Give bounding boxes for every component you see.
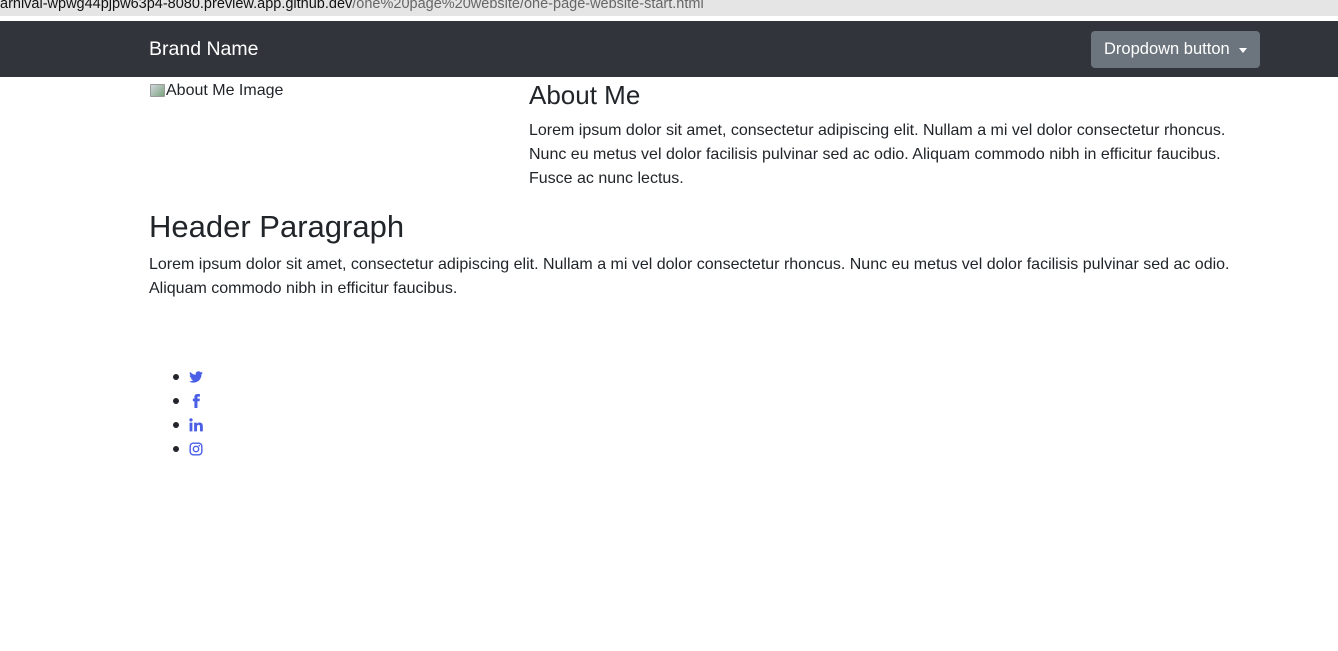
about-me-image: About Me Image bbox=[149, 82, 285, 98]
navbar: Brand Name Dropdown button bbox=[0, 21, 1338, 77]
url-path: /one%20page%20website/one-page-website-s… bbox=[352, 0, 704, 12]
header-text: Lorem ipsum dolor sit amet, consectetur … bbox=[149, 256, 1230, 297]
url-host: arnival-wpwg44pjpw63p4-8080.preview.app.… bbox=[0, 0, 353, 12]
about-me-image-alt: About Me Image bbox=[166, 82, 284, 98]
header-title: Header Paragraph bbox=[149, 209, 405, 244]
address-bar[interactable]: arnival-wpwg44pjpw63p4-8080.preview.app.… bbox=[0, 0, 1338, 16]
broken-image-icon bbox=[149, 83, 165, 97]
linkedin-icon[interactable] bbox=[189, 418, 203, 432]
list-bullet bbox=[173, 398, 179, 404]
caret-down-icon bbox=[1239, 48, 1247, 53]
twitter-icon[interactable] bbox=[189, 370, 203, 384]
dropdown-button-label: Dropdown button bbox=[1104, 40, 1230, 58]
dropdown-button[interactable]: Dropdown button bbox=[1091, 31, 1260, 68]
instagram-icon[interactable] bbox=[189, 442, 203, 456]
brand-link[interactable]: Brand Name bbox=[149, 38, 258, 60]
list-bullet bbox=[173, 422, 179, 428]
about-text: Lorem ipsum dolor sit amet, consectetur … bbox=[529, 122, 1226, 187]
about-title: About Me bbox=[529, 80, 641, 110]
facebook-icon[interactable] bbox=[189, 394, 203, 408]
list-bullet bbox=[173, 374, 179, 380]
list-bullet bbox=[173, 446, 179, 452]
